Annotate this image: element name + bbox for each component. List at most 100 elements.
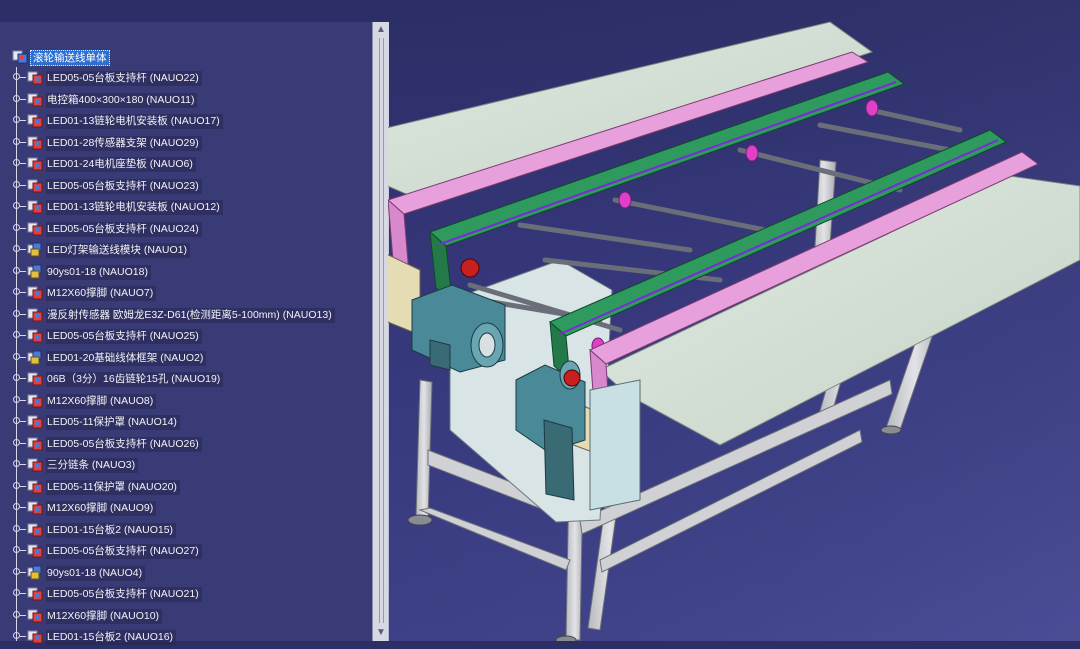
tree-connector-node: [13, 288, 20, 295]
tree-node[interactable]: LED05-05台板支持杆 (NAUO21): [0, 584, 372, 605]
tree-node[interactable]: 三分链条 (NAUO3): [0, 455, 372, 476]
tree-node[interactable]: LED05-05台板支持杆 (NAUO26): [0, 434, 372, 455]
tree-node[interactable]: 漫反射传感器 欧姆龙E3Z-D61(检测距离5-100mm) (NAUO13): [0, 305, 372, 326]
tree-node[interactable]: LED01-20基础线体框架 (NAUO2): [0, 348, 372, 369]
specification-tree: 滚轮输送线单体 LED05-05台板支持杆 (NAUO22) 电控箱400×300…: [0, 22, 372, 645]
tree-connector-node: [13, 331, 20, 338]
tree-node[interactable]: LED01-13链轮电机安装板 (NAUO12): [0, 197, 372, 218]
tree-connector-branch: [20, 464, 26, 465]
tree-node[interactable]: LED05-05台板支持杆 (NAUO22): [0, 68, 372, 89]
tree-scrollbar[interactable]: ▲ ▼: [372, 22, 389, 641]
tree-connector-branch: [20, 335, 26, 336]
tree-connector-branch: [20, 636, 26, 637]
tree-node[interactable]: LED灯架输送线模块 (NAUO1): [0, 240, 372, 261]
tree-connector-node: [13, 223, 20, 231]
tree-node-label: M12X60撑脚 (NAUO7): [46, 286, 157, 301]
scroll-down-arrow-icon[interactable]: ▼: [374, 627, 388, 639]
tree-node-label: 90ys01-18 (NAUO18): [46, 264, 151, 280]
part-icon: [27, 156, 43, 171]
tree-connector-node: [13, 94, 20, 102]
tree-connector-branch: [20, 593, 26, 594]
tree-connector-node: [13, 589, 20, 596]
part-icon: [27, 70, 43, 85]
scroll-track[interactable]: [379, 38, 384, 623]
assembly-icon: [27, 350, 43, 365]
3d-viewport[interactable]: [335, 0, 1080, 645]
tree-connector-node: [13, 632, 20, 639]
tree-node-label: LED05-05台板支持杆 (NAUO26): [46, 436, 202, 452]
part-icon: [27, 285, 43, 300]
part-icon: [27, 586, 43, 601]
part-icon: [27, 178, 43, 193]
tree-connector-node: [13, 116, 20, 123]
tree-connector-node: [13, 266, 20, 274]
tree-node-label: 06B（3分）16齿链轮15孔 (NAUO19): [46, 372, 224, 387]
tree-connector-node: [13, 352, 20, 360]
tree-connector-node: [13, 245, 20, 252]
tree-connector-branch: [20, 507, 26, 508]
tree-node-label: 三分链条 (NAUO3): [46, 458, 139, 473]
tree-connector-branch: [20, 399, 26, 401]
tree-connector-branch: [20, 77, 26, 78]
tree-node[interactable]: 90ys01-18 (NAUO18): [0, 262, 372, 283]
tree-node[interactable]: LED01-24电机座垫板 (NAUO6): [0, 154, 372, 175]
tree-connector-branch: [20, 550, 26, 551]
tree-node[interactable]: 电控箱400×300×180 (NAUO11): [0, 90, 372, 111]
tree-connector-node: [13, 73, 20, 80]
tree-connector-node: [13, 180, 20, 188]
tree-node-label: LED05-05台板支持杆 (NAUO21): [46, 587, 202, 602]
tree-connector-node: [13, 417, 20, 424]
tree-node-label: LED01-13链轮电机安装板 (NAUO12): [46, 200, 223, 215]
tree-connector-node: [13, 567, 20, 575]
part-icon: [27, 522, 43, 537]
tree-connector-branch: [20, 163, 26, 164]
tree-node[interactable]: LED05-11保护罩 (NAUO20): [0, 477, 372, 498]
tree-node[interactable]: LED05-05台板支持杆 (NAUO27): [0, 541, 372, 562]
tree-node-label: LED05-05台板支持杆 (NAUO27): [46, 544, 202, 559]
assembly-icon: [27, 242, 43, 257]
tree-node[interactable]: LED05-05台板支持杆 (NAUO23): [0, 176, 372, 197]
tree-node-label: LED05-11保护罩 (NAUO20): [46, 479, 180, 495]
tree-connector-branch: [20, 378, 26, 379]
tree-node-label: LED01-15台板2 (NAUO15): [46, 522, 177, 538]
tree-node-label: M12X60撑脚 (NAUO8): [46, 393, 157, 409]
part-icon: [27, 479, 43, 494]
part-icon: [27, 414, 43, 429]
tree-node-label: LED01-28传感器支架 (NAUO29): [46, 135, 202, 151]
tree-connector-node: [13, 460, 20, 467]
part-icon: [27, 307, 43, 322]
scroll-up-arrow-icon[interactable]: ▲: [374, 24, 388, 36]
tree-connector-node: [13, 524, 20, 532]
tree-connector-branch: [20, 227, 26, 229]
tree-node[interactable]: LED01-13链轮电机安装板 (NAUO17): [0, 111, 372, 132]
part-icon: [27, 113, 43, 128]
tree-connector-branch: [20, 120, 26, 121]
tree-node[interactable]: 90ys01-18 (NAUO4): [0, 563, 372, 584]
tree-connector-node: [13, 309, 20, 317]
tree-connector-branch: [20, 270, 26, 272]
tree-node[interactable]: LED01-15台板2 (NAUO16): [0, 627, 372, 648]
tree-node[interactable]: LED01-15台板2 (NAUO15): [0, 520, 372, 541]
tree-node-label: LED01-20基础线体框架 (NAUO2): [46, 350, 207, 366]
conveyor-model-render[interactable]: [335, 0, 1080, 645]
tree-node-label: LED05-05台板支持杆 (NAUO23): [46, 178, 202, 194]
tree-connector-node: [13, 202, 20, 209]
tree-connector-branch: [20, 98, 26, 100]
tree-node-label: LED05-05台板支持杆 (NAUO22): [46, 71, 202, 86]
assembly-icon: [27, 565, 43, 580]
tree-connector-branch: [20, 528, 26, 530]
tree-node[interactable]: M12X60撑脚 (NAUO9): [0, 498, 372, 519]
part-icon: [27, 457, 43, 472]
tree-connector-branch: [20, 614, 26, 616]
tree-node[interactable]: LED05-05台板支持杆 (NAUO24): [0, 219, 372, 240]
tree-node[interactable]: M12X60撑脚 (NAUO8): [0, 391, 372, 412]
tree-item-list: LED05-05台板支持杆 (NAUO22) 电控箱400×300×180 (NA…: [0, 22, 372, 645]
tree-node[interactable]: LED01-28传感器支架 (NAUO29): [0, 133, 372, 154]
tree-node[interactable]: M12X60撑脚 (NAUO7): [0, 283, 372, 304]
tree-connector-branch: [20, 184, 26, 186]
tree-node[interactable]: 06B（3分）16齿链轮15孔 (NAUO19): [0, 369, 372, 390]
tree-connector-branch: [20, 356, 26, 358]
tree-node[interactable]: LED05-11保护罩 (NAUO14): [0, 412, 372, 433]
tree-node[interactable]: LED05-05台板支持杆 (NAUO25): [0, 326, 372, 347]
tree-node[interactable]: M12X60撑脚 (NAUO10): [0, 606, 372, 627]
